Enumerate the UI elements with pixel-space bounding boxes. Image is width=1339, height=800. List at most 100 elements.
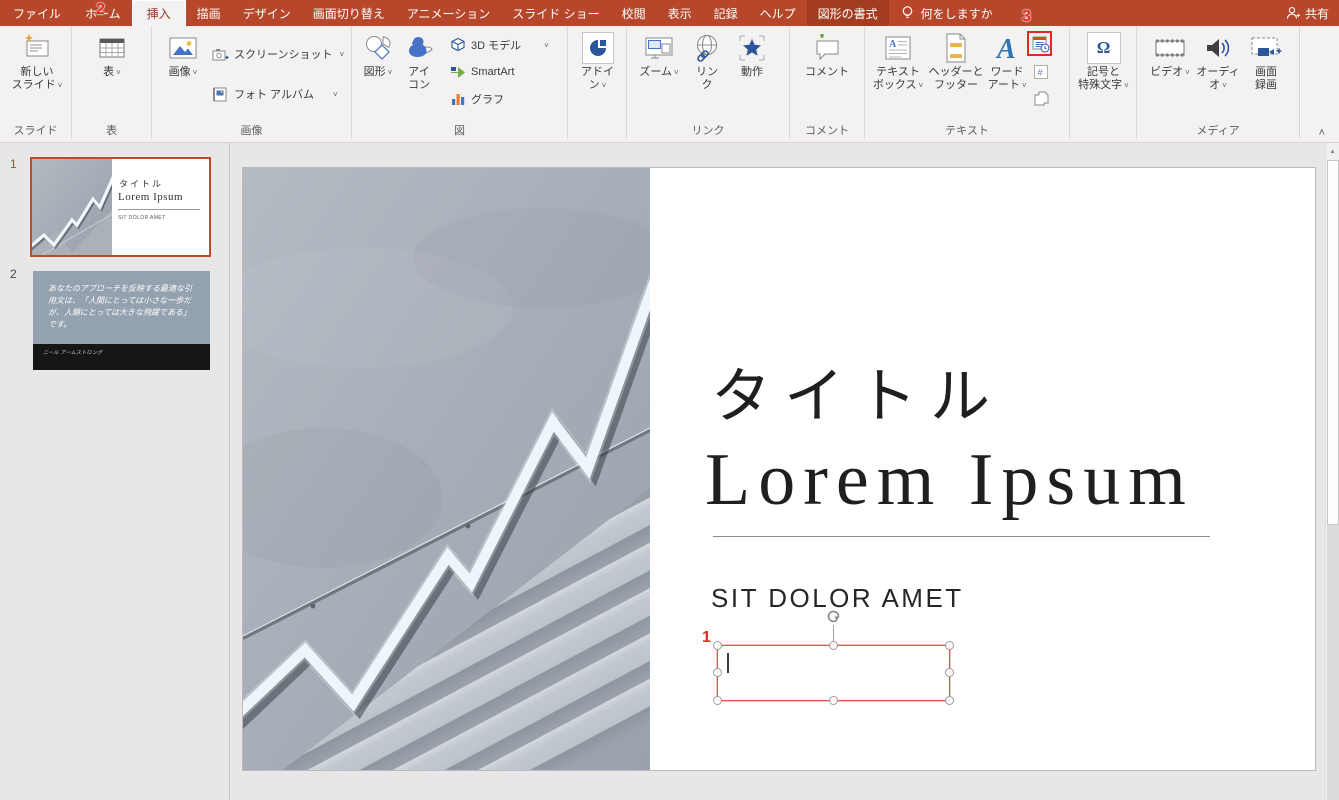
header-footer-icon <box>943 30 969 66</box>
text-box-icon: A <box>883 30 913 66</box>
audio-button[interactable]: オーディオ ˅ <box>1193 30 1243 92</box>
group-illustrations: 図形 ˅ アイ コン 3D モデル ˅ SmartArt グラフ 図 <box>352 26 568 139</box>
zoom-button[interactable]: ズーム ˅ <box>637 30 681 79</box>
scrollbar-thumb[interactable] <box>1326 160 1339 525</box>
omega-icon: Ω <box>1086 30 1121 66</box>
thumb2-attribution: ニール アームストロング <box>43 350 103 356</box>
slide-1-thumbnail[interactable]: タイトル Lorem Ipsum SIT DOLOR AMET <box>30 157 211 257</box>
symbol-label: 記号と 特殊文字 <box>1078 66 1123 91</box>
comment-button[interactable]: コメント <box>803 30 851 79</box>
dropdown-caret: ˅ <box>1222 80 1227 90</box>
tab-insert[interactable]: 挿入 <box>131 0 186 26</box>
share-button[interactable]: 共有 <box>1286 0 1329 26</box>
vertical-scrollbar[interactable]: ▲ <box>1325 143 1339 800</box>
tell-me-search[interactable]: 何をしますか <box>889 0 1005 26</box>
dropdown-caret: ˅ <box>116 68 121 77</box>
screen-recording-icon <box>1250 30 1282 66</box>
stairs-chart-photo[interactable] <box>243 168 650 770</box>
tab-record[interactable]: 記録 <box>703 0 749 26</box>
3d-model-button[interactable]: 3D モデル ˅ <box>450 33 549 57</box>
picture-button[interactable]: 画像 ˅ <box>160 30 206 79</box>
object-button[interactable] <box>1031 88 1051 108</box>
scrollbar-track[interactable] <box>1326 525 1339 800</box>
tab-design[interactable]: デザイン <box>232 0 302 26</box>
picture-label: 画像 <box>168 66 191 78</box>
video-icon <box>1154 30 1186 66</box>
text-cursor <box>727 653 729 673</box>
header-footer-button[interactable]: ヘッダーと フッター <box>927 30 985 92</box>
new-slide-icon <box>22 30 52 66</box>
resize-handle-w[interactable] <box>713 668 722 677</box>
resize-handle-s[interactable] <box>829 696 838 705</box>
inserted-text-box[interactable] <box>713 641 954 705</box>
annotation-step-3: 3 <box>1022 8 1031 25</box>
screenshot-button[interactable]: スクリーンショット ˅ <box>212 42 344 66</box>
slide-number-button[interactable]: # <box>1031 62 1051 82</box>
link-icon <box>692 30 722 66</box>
screen-recording-button[interactable]: 画面 録画 <box>1245 30 1287 92</box>
icons-duck-icon <box>404 30 434 66</box>
group-tables: 表 ˅ 表 <box>72 26 152 139</box>
scroll-up-arrow[interactable]: ▲ <box>1326 145 1339 158</box>
dropdown-caret: ˅ <box>192 68 198 77</box>
dropdown-caret: ˅ <box>57 80 63 90</box>
tab-draw[interactable]: 描画 <box>186 0 232 26</box>
tab-view[interactable]: 表示 <box>657 0 703 26</box>
video-label: ビデオ <box>1150 66 1184 78</box>
resize-handle-se[interactable] <box>945 696 954 705</box>
tab-slideshow[interactable]: スライド ショー <box>501 0 610 26</box>
resize-handle-ne[interactable] <box>945 641 954 650</box>
table-button[interactable]: 表 ˅ <box>91 30 133 79</box>
photo-album-button[interactable]: フォト アルバム ˅ <box>212 82 338 106</box>
tell-me-label: 何をしますか <box>920 6 993 21</box>
group-symbols: Ω 記号と 特殊文字 ˅ <box>1070 26 1137 139</box>
link-button[interactable]: リン ク <box>689 30 725 92</box>
video-button[interactable]: ビデオ ˅ <box>1149 30 1191 79</box>
slide-number-icon: # <box>1034 65 1048 79</box>
addins-button[interactable]: アドイ ン ˅ <box>575 30 620 92</box>
tab-help[interactable]: ヘルプ <box>749 0 807 26</box>
wordart-button[interactable]: A ワード アート ˅ <box>987 30 1027 92</box>
thumb2-quote: あなたのアプローチを反映する最適な引用文は、「人間にとっては小さな一歩だが、人類… <box>48 284 192 329</box>
slide-canvas[interactable]: タイトル Lorem Ipsum SIT DOLOR AMET 1 <box>243 168 1315 770</box>
shapes-button[interactable]: 図形 ˅ <box>358 30 398 79</box>
resize-handle-n[interactable] <box>829 641 838 650</box>
tab-file[interactable]: ファイル <box>0 0 74 26</box>
group-comments: コメント コメント <box>790 26 865 139</box>
thumb1-title-en: Lorem Ipsum <box>118 191 184 203</box>
dropdown-caret: ˅ <box>918 80 924 90</box>
slide-2-thumbnail[interactable]: あなたのアプローチを反映する最適な引用文は、「人間にとっては小さな一歩だが、人類… <box>33 271 210 370</box>
annotation-box-date-time <box>1027 31 1052 56</box>
icons-button[interactable]: アイ コン <box>400 30 438 92</box>
thumb1-title-ja: タイトル <box>119 179 164 189</box>
tab-review[interactable]: 校閲 <box>611 0 657 26</box>
comment-label: コメント <box>805 66 849 78</box>
group-links: ズーム ˅ リン ク 動作 リンク <box>627 26 790 139</box>
action-button[interactable]: 動作 <box>731 30 773 79</box>
symbol-button[interactable]: Ω 記号と 特殊文字 ˅ <box>1074 30 1133 92</box>
chart-button[interactable]: グラフ <box>450 87 504 111</box>
resize-handle-e[interactable] <box>945 668 954 677</box>
slide-title-english[interactable]: Lorem Ipsum <box>705 438 1194 523</box>
group-text: A テキスト ボックス ˅ ヘッダーと フッター A ワード アート ˅ # テ… <box>865 26 1070 139</box>
group-label-text: テキスト <box>945 125 989 137</box>
lightbulb-icon <box>902 6 912 18</box>
thumb2-footer-bar: ニール アームストロング <box>33 344 210 370</box>
resize-handle-nw[interactable] <box>713 641 722 650</box>
svg-text:A: A <box>995 34 1016 63</box>
rotate-handle[interactable] <box>824 607 843 626</box>
resize-handle-sw[interactable] <box>713 696 722 705</box>
comment-icon <box>812 30 842 66</box>
dropdown-caret: ˅ <box>601 80 607 90</box>
tab-animations[interactable]: アニメーション <box>396 0 502 26</box>
wordart-icon: A <box>992 30 1022 66</box>
new-slide-button[interactable]: 新しい スライド ˅ <box>7 30 67 92</box>
text-box-button[interactable]: A テキスト ボックス ˅ <box>870 30 926 92</box>
tab-shape-format[interactable]: 図形の書式 <box>806 0 889 26</box>
slide-title-japanese[interactable]: タイトル <box>711 348 1003 435</box>
picture-icon <box>168 30 198 66</box>
collapse-ribbon-button[interactable]: ˄ <box>1319 127 1325 139</box>
smartart-button[interactable]: SmartArt <box>450 60 514 84</box>
tab-transitions[interactable]: 画面切り替え <box>302 0 396 26</box>
wordart-label: ワード アート <box>987 66 1024 91</box>
